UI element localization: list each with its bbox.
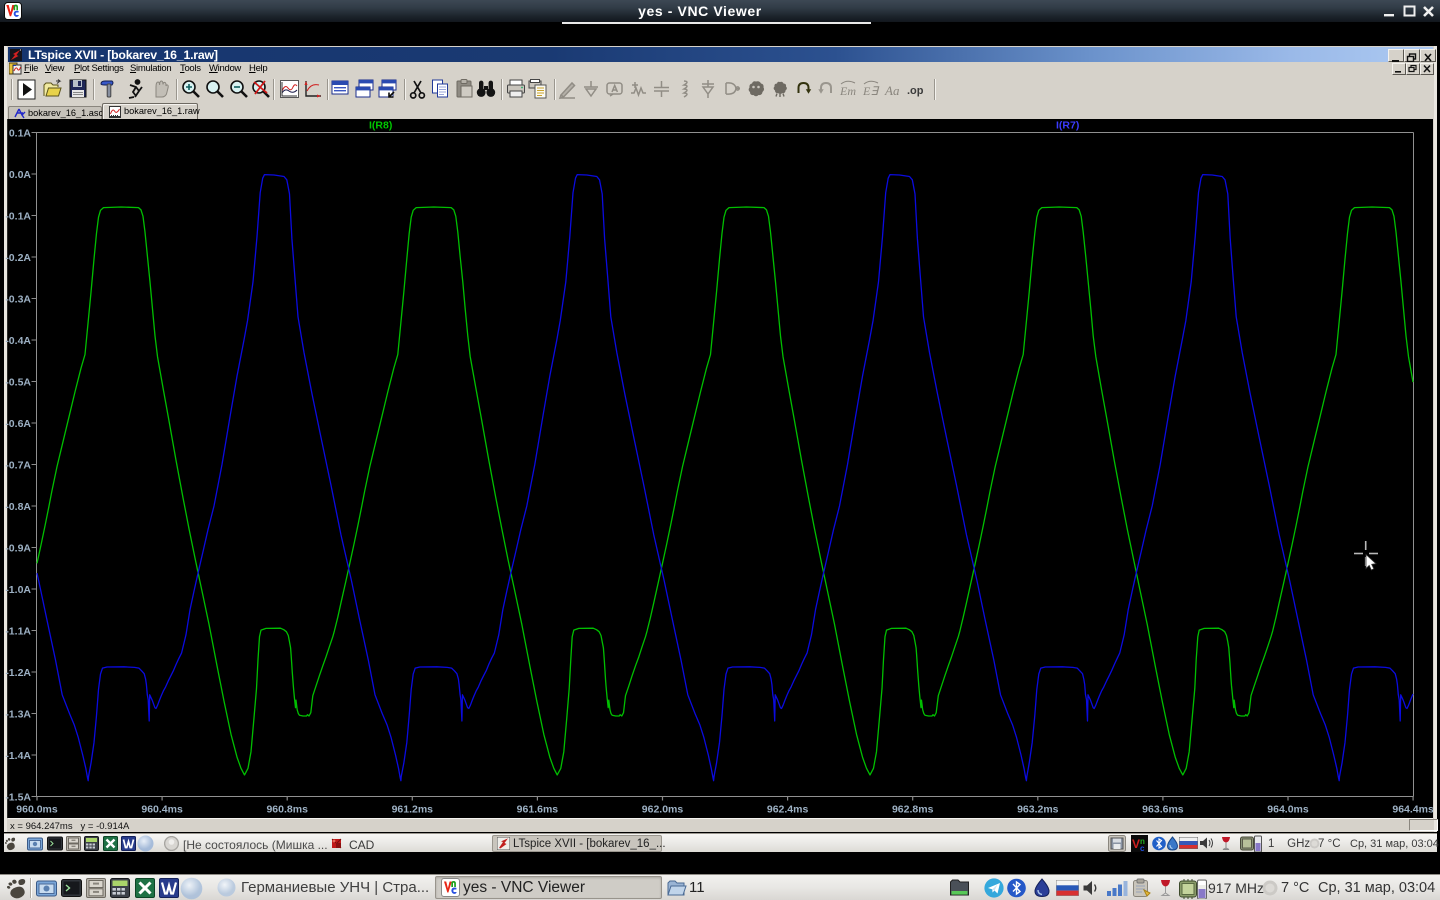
svg-text:-1.5A: -1.5A (5, 791, 31, 803)
svg-text:-1.4A: -1.4A (5, 750, 31, 762)
svg-text:963.2ms: 963.2ms (1017, 804, 1059, 816)
svg-text:I(R8): I(R8) (369, 120, 392, 132)
svg-text:962.4ms: 962.4ms (767, 804, 809, 816)
svg-text:c: c (1140, 844, 1145, 852)
svg-text:960.8ms: 960.8ms (266, 804, 308, 816)
svg-text:962.0ms: 962.0ms (642, 804, 684, 816)
svg-text:I(R7): I(R7) (1056, 120, 1079, 132)
svg-text:V: V (1132, 837, 1140, 851)
svg-text:-1.2A: -1.2A (5, 667, 31, 679)
svg-text:960.0ms: 960.0ms (16, 804, 58, 816)
svg-text:-0.9A: -0.9A (5, 542, 31, 554)
svg-text:961.2ms: 961.2ms (392, 804, 434, 816)
svg-text:-0.7A: -0.7A (5, 459, 31, 471)
svg-text:.op: .op (907, 85, 924, 97)
svg-text:E∃: E∃ (862, 84, 879, 98)
svg-text:964.4ms: 964.4ms (1392, 804, 1433, 816)
svg-text:-0.6A: -0.6A (5, 418, 31, 430)
svg-text:964.0ms: 964.0ms (1267, 804, 1309, 816)
svg-text:-0.2A: -0.2A (5, 252, 31, 264)
svg-text:-0.5A: -0.5A (5, 376, 31, 388)
svg-text:-0.1A: -0.1A (5, 210, 31, 222)
svg-text:Aa: Aa (884, 83, 900, 98)
svg-text:-1.1A: -1.1A (5, 625, 31, 637)
svg-text:0.0A: 0.0A (9, 169, 32, 181)
svg-text:961.6ms: 961.6ms (517, 804, 559, 816)
svg-text:-1.3A: -1.3A (5, 708, 31, 720)
svg-text:-0.3A: -0.3A (5, 293, 31, 305)
svg-text:-0.8A: -0.8A (5, 501, 31, 513)
svg-text:960.4ms: 960.4ms (141, 804, 183, 816)
svg-text:-1.0A: -1.0A (5, 584, 31, 596)
svg-text:962.8ms: 962.8ms (892, 804, 934, 816)
svg-text:Em: Em (839, 84, 856, 98)
svg-text:0.1A: 0.1A (9, 127, 32, 139)
svg-text:-0.4A: -0.4A (5, 335, 31, 347)
svg-text:963.6ms: 963.6ms (1142, 804, 1184, 816)
